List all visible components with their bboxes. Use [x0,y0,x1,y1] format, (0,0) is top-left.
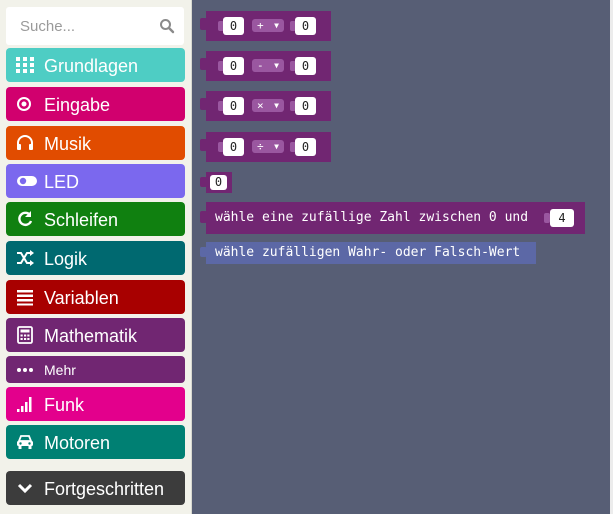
math-division-block[interactable]: 0 ÷ ▼ 0 [200,132,331,162]
dropdown-arrow-icon: ▼ [274,101,279,110]
category-label: LED [44,172,80,192]
category-logik[interactable]: Logik [6,241,185,275]
category-label: Motoren [44,433,111,453]
calculator-icon [17,326,33,344]
random-integer-text: wähle eine zufällige Zahl zwischen 0 und [215,210,529,225]
category-variablen[interactable]: Variablen [6,280,185,314]
refresh-icon [18,211,33,227]
dropdown-arrow-icon: ▼ [274,21,279,30]
category-label: Fortgeschritten [44,479,165,499]
left-operand-field[interactable]: 0 [223,138,244,156]
grid-icon [16,57,34,73]
search-icon[interactable] [159,18,175,34]
right-operand-field[interactable]: 0 [295,57,316,75]
category-fortgeschritten[interactable]: Fortgeschritten [6,471,185,505]
category-label: Eingabe [44,95,111,115]
toggle-icon [17,176,37,186]
category-label: Mathematik [44,326,138,346]
shuffle-icon [17,250,34,266]
toolbox: Grundlagen Eingabe Musik LED Schleifen [0,0,192,514]
operator-dropdown[interactable]: ÷ ▼ [252,140,284,153]
radio-button-icon [17,97,31,111]
math-subtraction-block[interactable]: 0 - ▼ 0 [200,51,331,81]
random-integer-block[interactable]: wähle eine zufällige Zahl zwischen 0 und… [200,202,585,234]
math-multiplication-block[interactable]: 0 × ▼ 0 [200,91,331,121]
right-operand-field[interactable]: 0 [295,97,316,115]
right-operand-field[interactable]: 0 [295,138,316,156]
operator-dropdown[interactable]: - ▼ [252,59,284,72]
category-mehr[interactable]: Mehr [6,356,185,383]
category-label: Logik [44,249,88,269]
category-label: Mehr [44,362,76,378]
category-eingabe[interactable]: Eingabe [6,87,185,121]
category-led[interactable]: LED [6,164,185,198]
category-funk[interactable]: Funk [6,387,185,421]
search-input[interactable] [6,7,156,45]
category-label: Funk [44,395,85,415]
math-addition-block[interactable]: 0 + ▼ 0 [200,11,331,41]
category-mathematik[interactable]: Mathematik [6,318,185,352]
list-icon [17,290,33,306]
category-schleifen[interactable]: Schleifen [6,202,185,236]
category-label: Variablen [44,288,119,308]
category-label: Grundlagen [44,56,139,76]
number-field[interactable]: 0 [210,175,227,190]
signal-icon [17,397,32,412]
left-operand-field[interactable]: 0 [223,17,244,35]
headphones-icon [17,135,33,150]
right-operand-field[interactable]: 0 [295,17,316,35]
left-operand-field[interactable]: 0 [223,57,244,75]
random-boolean-block[interactable]: wähle zufälligen Wahr- oder Falsch-Wert [200,242,536,264]
left-operand-field[interactable]: 0 [223,97,244,115]
category-label: Musik [44,134,92,154]
chevron-down-icon [17,483,33,494]
operator-dropdown[interactable]: + ▼ [252,19,284,32]
max-value-field[interactable]: 4 [550,209,574,227]
category-musik[interactable]: Musik [6,126,185,160]
category-grundlagen[interactable]: Grundlagen [6,48,185,82]
operator-dropdown[interactable]: × ▼ [252,99,284,112]
blocks-workspace[interactable]: 0 + ▼ 0 0 - ▼ 0 0 × ▼ 0 0 ÷ ▼ 0 0 wähle eine… [192,0,610,514]
dropdown-arrow-icon: ▼ [274,142,279,151]
ellipsis-icon [17,368,33,372]
math-number-block[interactable]: 0 [200,172,232,193]
category-label: Schleifen [44,210,119,230]
search-box[interactable] [6,7,184,45]
car-icon [17,435,33,449]
category-motoren[interactable]: Motoren [6,425,185,459]
dropdown-arrow-icon: ▼ [274,61,279,70]
random-boolean-text: wähle zufälligen Wahr- oder Falsch-Wert [215,245,521,260]
